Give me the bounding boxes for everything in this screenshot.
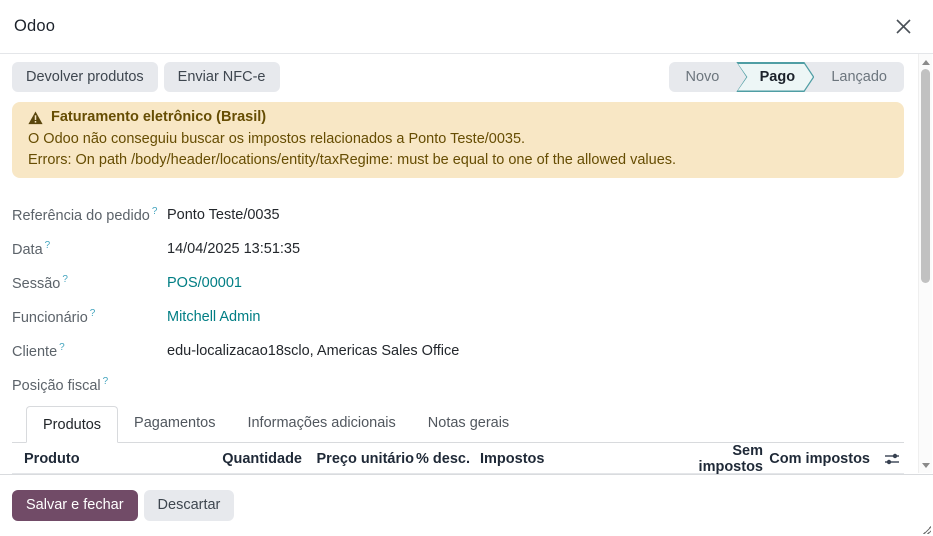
save-and-close-button[interactable]: Salvar e fechar [12,490,138,521]
column-header-desc[interactable]: % desc. [414,451,470,467]
return-products-button[interactable]: Devolver produtos [12,62,158,92]
dialog-footer: Salvar e fechar Descartar [0,474,933,536]
field-row-employee: Funcionário? Mitchell Admin [12,300,904,334]
status-pago-arrow: Pago [738,64,813,91]
warning-alert-line: Errors: On path /body/header/locations/e… [28,150,888,172]
help-icon: ? [45,240,51,251]
column-header-quantidade[interactable]: Quantidade [209,451,302,467]
vertical-scrollbar[interactable] [918,54,932,473]
field-row-customer: Cliente? edu-localizacao18sclo, Americas… [12,334,904,368]
fiscal-position-input[interactable] [167,374,904,396]
dialog-title: Odoo [14,17,55,36]
field-label: Data? [12,240,167,258]
help-icon: ? [62,274,68,285]
field-label: Cliente? [12,342,167,360]
column-header-impostos[interactable]: Impostos [470,451,665,467]
resize-grip-icon[interactable] [923,526,931,534]
tab-informacoes-adicionais[interactable]: Informações adicionais [231,405,411,442]
optional-columns-toggle[interactable] [870,452,900,466]
help-icon: ? [103,376,109,387]
warning-alert-title: Faturamento eletrônico (Brasil) [51,107,266,129]
field-row-fiscal-position: Posição fiscal? [12,368,904,402]
warning-alert: Faturamento eletrônico (Brasil) O Odoo n… [12,102,904,178]
help-icon: ? [90,308,96,319]
scroll-up-icon[interactable] [919,56,933,68]
status-widget: Novo Pago Lançado [669,62,905,92]
field-label: Funcionário? [12,308,167,326]
warning-alert-line: O Odoo não conseguiu buscar os impostos … [28,129,888,151]
sliders-icon [884,452,900,466]
field-row-session: Sessão? POS/00001 [12,266,904,300]
date-value[interactable]: 14/04/2025 13:51:35 [167,241,300,257]
field-label: Referência do pedido? [12,206,167,224]
help-icon: ? [59,342,65,353]
status-novo[interactable]: Novo [669,62,737,92]
field-row-date: Data? 14/04/2025 13:51:35 [12,232,904,266]
products-table-header: Produto Quantidade Preço unitário % desc… [12,443,904,474]
session-link[interactable]: POS/00001 [167,275,242,291]
close-icon[interactable] [889,13,917,41]
notebook-tabs: Produtos Pagamentos Informações adiciona… [12,404,904,443]
status-lancado[interactable]: Lançado [814,62,904,92]
dialog-header: Odoo [0,0,933,54]
send-nfce-button[interactable]: Enviar NFC-e [164,62,280,92]
dialog-body: Devolver produtos Enviar NFC-e Novo Pago… [0,54,918,474]
discard-button[interactable]: Descartar [144,490,235,521]
tab-produtos[interactable]: Produtos [26,406,118,443]
column-header-sem-impostos[interactable]: Sem impostos [665,443,763,475]
status-pago[interactable]: Pago [736,62,814,92]
customer-value[interactable]: edu-localizacao18sclo, Americas Sales Of… [167,343,459,359]
x-close-icon [895,18,912,35]
employee-link[interactable]: Mitchell Admin [167,309,260,325]
help-icon: ? [152,206,158,217]
warning-alert-title-row: Faturamento eletrônico (Brasil) [28,107,888,129]
scrollbar-thumb[interactable] [921,69,930,283]
field-label: Sessão? [12,274,167,292]
tab-pagamentos[interactable]: Pagamentos [118,405,231,442]
pos-order-dialog: Odoo Devolver produtos Enviar NFC-e Novo… [0,0,933,536]
order-ref-value[interactable]: Ponto Teste/0035 [167,207,280,223]
order-form: Referência do pedido? Ponto Teste/0035 D… [12,198,904,402]
column-header-produto[interactable]: Produto [24,451,209,467]
tab-notas-gerais[interactable]: Notas gerais [412,405,525,442]
column-header-com-impostos[interactable]: Com impostos [763,451,870,467]
statusbar: Devolver produtos Enviar NFC-e Novo Pago… [12,62,904,92]
status-pago-label: Pago [756,69,795,85]
field-row-order-ref: Referência do pedido? Ponto Teste/0035 [12,198,904,232]
field-label: Posição fiscal? [12,376,167,394]
scroll-down-icon[interactable] [919,459,933,471]
warning-triangle-icon [28,111,43,125]
column-header-preco-unitario[interactable]: Preço unitário [302,451,414,467]
